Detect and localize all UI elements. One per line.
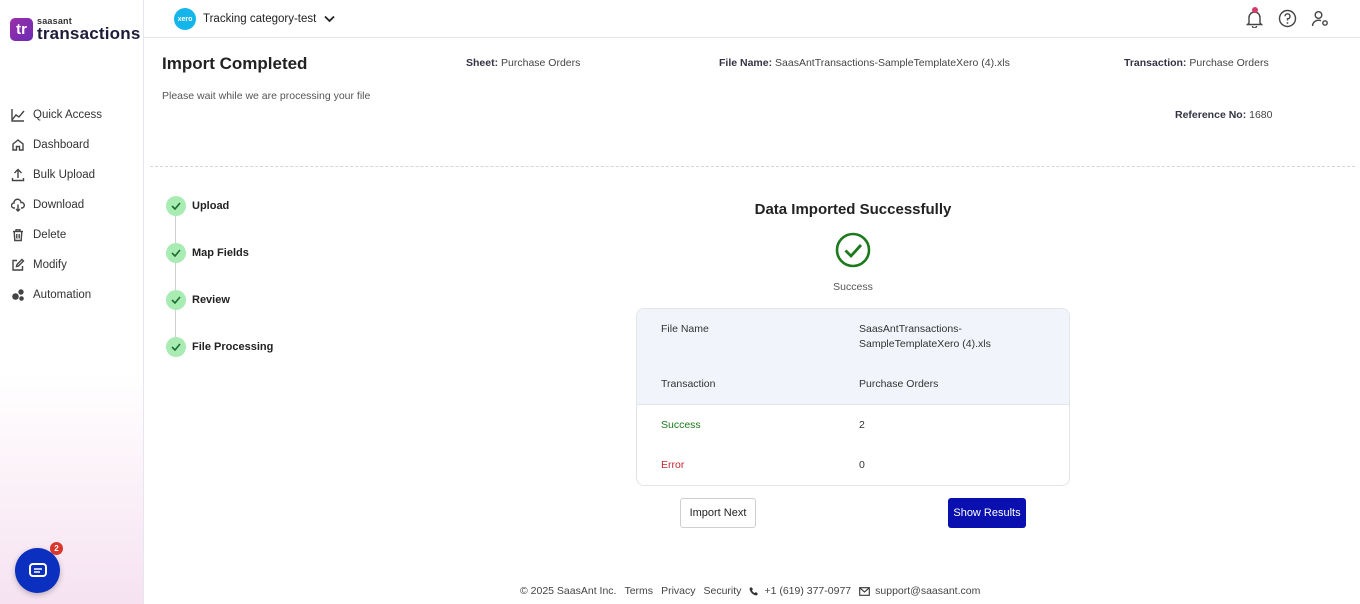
notification-dot [1252, 7, 1258, 13]
terms-link[interactable]: Terms [624, 585, 653, 597]
step-label: Review [192, 294, 230, 306]
transaction-value: Purchase Orders [1189, 57, 1269, 69]
summary-header: File Name SaasAntTransactions- SampleTem… [637, 309, 1069, 405]
step-review: Review [166, 290, 230, 310]
import-next-button[interactable]: Import Next [680, 498, 756, 528]
page-subtitle: Please wait while we are processing your… [162, 90, 371, 102]
page-title: Import Completed [162, 54, 308, 73]
result-status: Success [833, 281, 873, 293]
footer: © 2025 SaasAnt Inc. Terms Privacy Securi… [520, 585, 988, 597]
transaction-label: Transaction [661, 378, 716, 390]
success-check-icon [835, 232, 871, 273]
security-link[interactable]: Security [704, 585, 742, 597]
success-label: Success [661, 419, 701, 431]
file-name-line-2: SampleTemplateXero (4).xls [859, 338, 991, 350]
error-count: 0 [859, 459, 865, 471]
sidebar-item-automation[interactable]: Automation [11, 280, 102, 310]
transaction-label: Transaction: [1124, 57, 1187, 69]
sidebar-item-quick-access[interactable]: Quick Access [11, 100, 102, 130]
step-label: Map Fields [192, 247, 249, 259]
chat-button[interactable] [15, 548, 60, 593]
sidebar-item-label: Automation [33, 289, 92, 301]
copyright-text: © 2025 SaasAnt Inc. [520, 585, 617, 597]
file-name-info: File Name: SaasAntTransactions-SampleTem… [719, 57, 1010, 69]
sidebar-item-label: Modify [33, 259, 67, 271]
chevron-down-icon [324, 15, 335, 23]
home-icon [12, 139, 24, 151]
reference-info: Reference No: 1680 [1175, 109, 1272, 121]
sidebar-item-label: Bulk Upload [33, 169, 96, 181]
step-file-processing: File Processing [166, 337, 273, 357]
sidebar-item-modify[interactable]: Modify [11, 250, 102, 280]
sidebar-item-label: Quick Access [33, 109, 103, 121]
sidebar-item-download[interactable]: Download [11, 190, 102, 220]
gears-icon [12, 289, 24, 301]
file-name-value: SaasAntTransactions- SampleTemplateXero … [859, 322, 991, 352]
cloud-download-icon [11, 198, 25, 212]
step-map-fields: Map Fields [166, 243, 249, 263]
sidebar-item-label: Dashboard [33, 139, 90, 151]
sidebar-item-label: Delete [33, 229, 67, 241]
help-button[interactable] [1278, 9, 1297, 28]
trash-icon [13, 229, 23, 242]
check-icon [166, 243, 186, 263]
file-name-line-1: SaasAntTransactions- [859, 323, 962, 335]
step-label: File Processing [192, 341, 274, 353]
xero-logo: xero [174, 8, 196, 30]
sheet-value: Purchase Orders [501, 57, 581, 69]
file-name-label: File Name [661, 323, 709, 335]
sheet-label: Sheet: [466, 57, 499, 69]
sidebar-item-bulk-upload[interactable]: Bulk Upload [11, 160, 102, 190]
help-icon [1278, 9, 1297, 28]
error-label: Error [661, 459, 685, 471]
step-label: Upload [192, 200, 230, 212]
stepper-line [175, 214, 176, 349]
reference-value: 1680 [1249, 109, 1273, 121]
logo-big-text: transactions [37, 24, 141, 43]
sidebar-item-dashboard[interactable]: Dashboard [11, 130, 102, 160]
show-results-button[interactable]: Show Results [948, 498, 1026, 528]
mail-icon [859, 586, 870, 596]
top-bar: xero Tracking category-test [144, 0, 1360, 38]
logo-mark: tr [10, 18, 33, 41]
chat-icon [28, 562, 47, 577]
chat-badge: 2 [50, 542, 63, 555]
user-settings-button[interactable] [1311, 9, 1330, 28]
check-icon [166, 196, 186, 216]
sidebar-item-label: Download [33, 199, 85, 211]
notification-button[interactable] [1245, 7, 1264, 29]
result-summary-card: File Name SaasAntTransactions- SampleTem… [636, 308, 1070, 486]
sheet-info: Sheet: Purchase Orders [466, 57, 580, 69]
chart-line-icon [11, 109, 25, 122]
check-icon [166, 337, 186, 357]
edit-icon [12, 258, 25, 271]
upload-icon [11, 168, 25, 182]
sidebar-nav: Quick Access Dashboard Bulk Upload Downl… [11, 100, 102, 310]
app-logo[interactable]: tr saasant transactions [10, 17, 141, 42]
reference-label: Reference No: [1175, 109, 1247, 121]
sidebar: tr saasant transactions Quick Access Das… [0, 0, 144, 604]
step-upload: Upload [166, 196, 229, 216]
result-title: Data Imported Successfully [754, 201, 952, 218]
success-count: 2 [859, 419, 865, 431]
transaction-info: Transaction: Purchase Orders [1124, 57, 1269, 69]
org-selector[interactable]: xero Tracking category-test [174, 8, 335, 30]
header-divider [150, 166, 1355, 167]
phone-link[interactable]: +1 (619) 377-0977 [764, 585, 851, 597]
transaction-value: Purchase Orders [859, 378, 939, 390]
file-name-value: SaasAntTransactions-SampleTemplateXero (… [775, 57, 1010, 69]
sidebar-item-delete[interactable]: Delete [11, 220, 102, 250]
phone-icon [749, 587, 759, 596]
privacy-link[interactable]: Privacy [661, 585, 695, 597]
check-icon [166, 290, 186, 310]
email-link[interactable]: support@saasant.com [875, 585, 980, 597]
file-name-label: File Name: [719, 57, 773, 69]
org-name: Tracking category-test [203, 13, 317, 25]
user-settings-icon [1311, 11, 1328, 27]
